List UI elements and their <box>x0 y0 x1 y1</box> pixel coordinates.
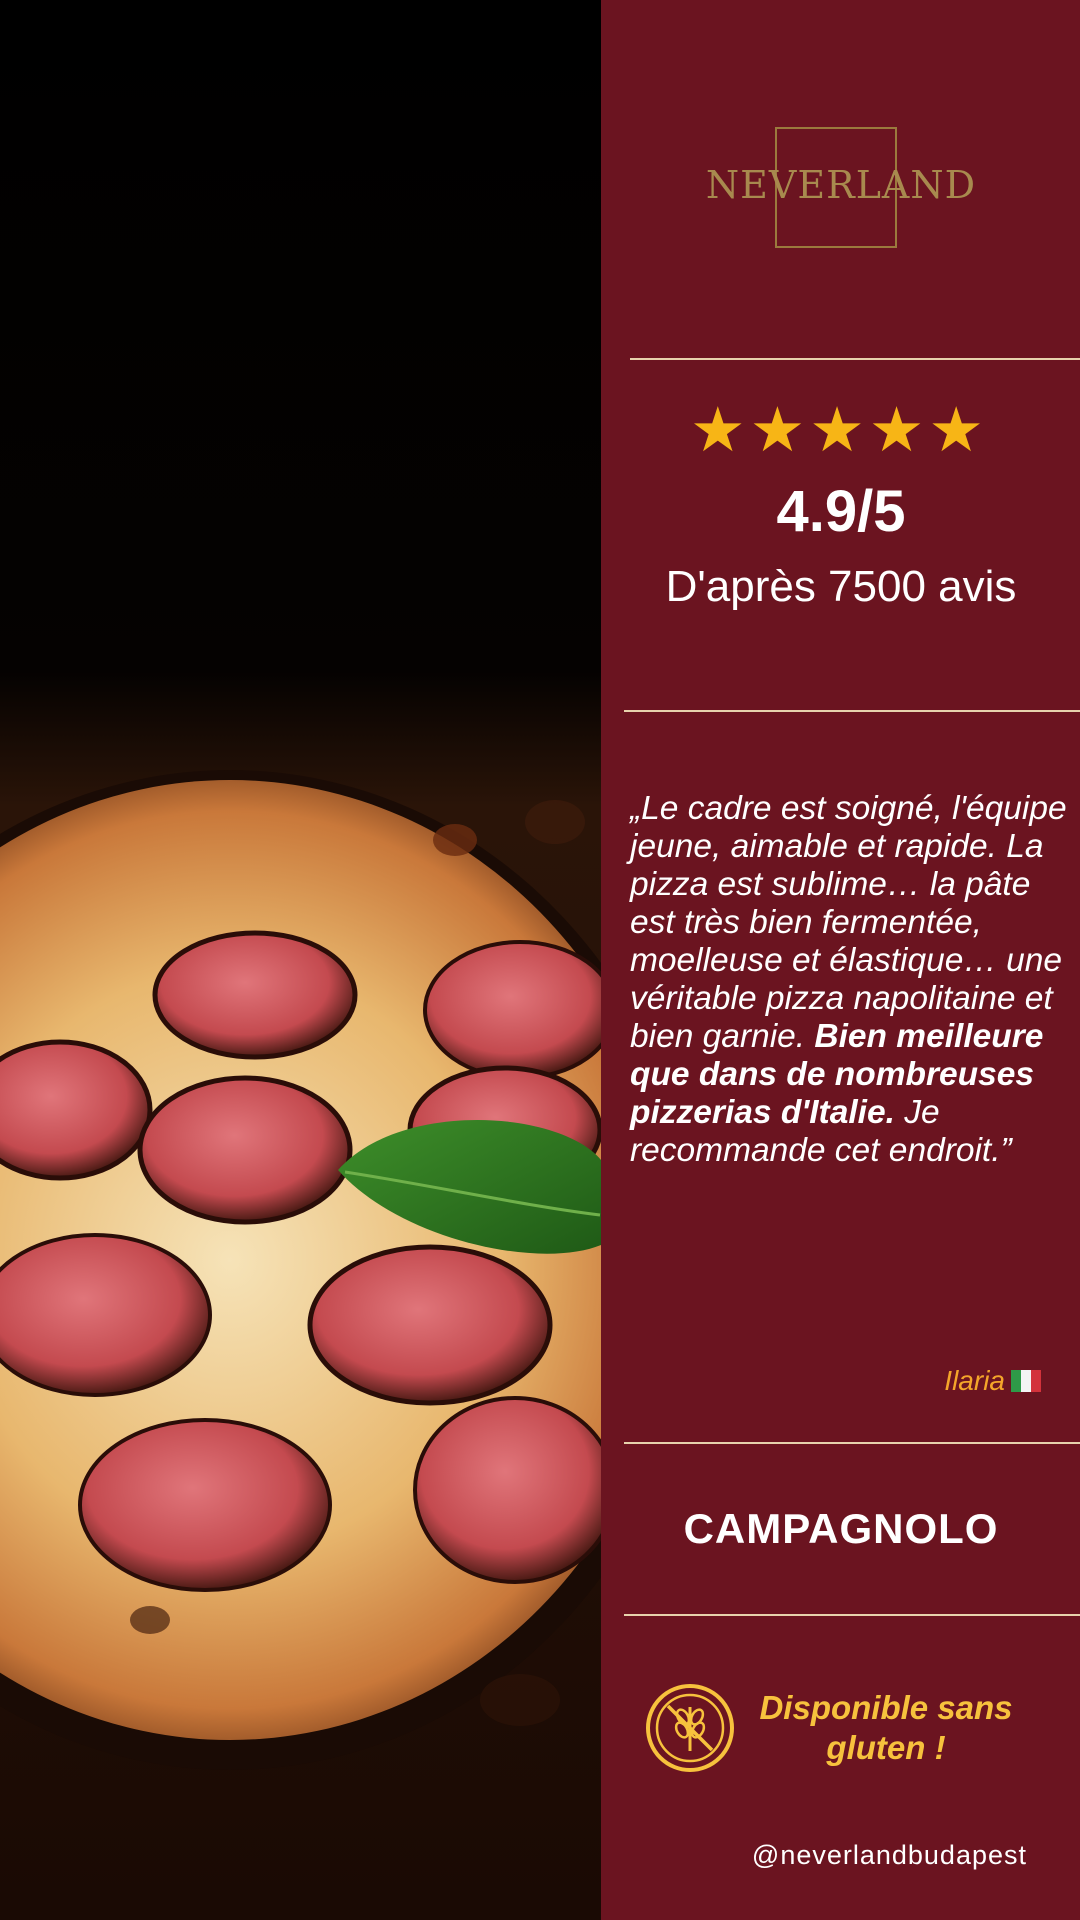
italy-flag-icon <box>1011 1367 1041 1392</box>
divider <box>624 1614 1080 1616</box>
gluten-free-label: Disponible sans gluten ! <box>759 1689 1013 1766</box>
review-text: „Le cadre est soigné, l'équipe jeune, ai… <box>630 790 1067 1055</box>
divider <box>630 358 1080 360</box>
pizza-name: CAMPAGNOLO <box>683 1505 999 1552</box>
reviewer-name: Ilaria <box>944 1365 1005 1396</box>
rating-score: 4.9/5 <box>776 479 906 544</box>
rating-count: D'après 7500 avis <box>665 562 1017 611</box>
review-quote: „Le cadre est soigné, l'équipe jeune, ai… <box>630 790 1070 1170</box>
brand-logo: NEVERLAND <box>705 163 977 207</box>
divider <box>624 710 1080 712</box>
pizza-photo <box>0 0 601 1920</box>
star-rating-icon: ★★★★★ <box>690 396 988 465</box>
gluten-free-icon <box>645 1683 735 1778</box>
divider <box>624 1442 1080 1444</box>
reviewer: Ilaria <box>891 1365 1041 1397</box>
social-handle: @neverlandbudapest <box>751 1840 1027 1870</box>
info-panel: NEVERLAND ★★★★★ 4.9/5 D'après 7500 avis … <box>601 0 1080 1920</box>
pizza-image <box>0 0 601 1920</box>
